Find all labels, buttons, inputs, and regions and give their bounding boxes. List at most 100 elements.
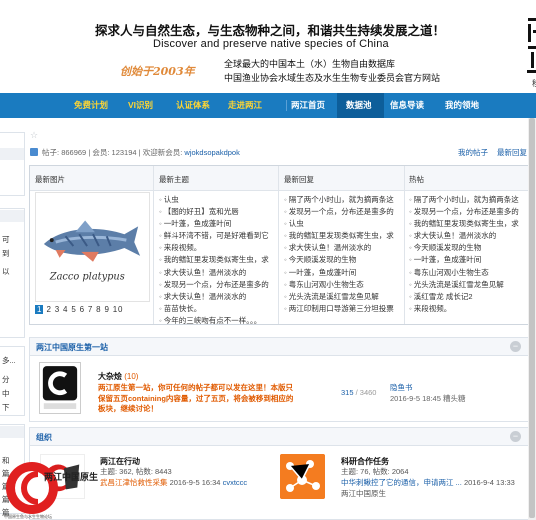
latest-reply-link[interactable]: 最新回复	[497, 147, 527, 158]
svg-text:两江中国原生: 两江中国原生	[44, 471, 98, 483]
forum-topic-count: 315	[341, 388, 354, 397]
scrollbar-thumb[interactable]	[529, 118, 535, 518]
sidebar-snippet[interactable]: 多...	[2, 355, 16, 366]
pager-page[interactable]: 2	[46, 305, 51, 314]
list-item[interactable]: 我的鳍缸里发现类似寄生虫，求	[409, 218, 526, 230]
posts-count: 866969	[61, 148, 87, 157]
list-item[interactable]: 今天顺溪发现的生物	[284, 254, 401, 266]
sidebar-snippet[interactable]: 下	[2, 402, 10, 413]
list-item[interactable]: 来段视频。	[159, 242, 275, 254]
sidebar-box	[0, 132, 25, 196]
sidebar-snippet[interactable]: 以	[2, 266, 10, 277]
list-item[interactable]: 认虫	[284, 218, 401, 230]
founded-badge: 创始于2003年	[120, 65, 195, 78]
list-item[interactable]: 求大侠认鱼！温州淡水的	[159, 291, 275, 303]
list-item[interactable]: 发现另一个点，分布还是蛮多的	[284, 206, 401, 218]
list-item[interactable]: 【图的好丑】宽和光唇	[159, 206, 275, 218]
group-last-post-title[interactable]: 武昌江津恰救性采集	[100, 478, 168, 487]
list-item[interactable]: 求大侠认鱼！温州淡水的	[409, 230, 526, 242]
svg-text:移: 移	[532, 78, 536, 88]
list-item[interactable]: 求大侠认鱼！温州淡水的	[159, 267, 275, 279]
column-divider	[278, 166, 279, 324]
collapse-icon[interactable]: −	[510, 341, 521, 352]
sidebar-snippet[interactable]: 可	[2, 234, 10, 245]
list-item[interactable]: 两江印制用口导游第三分坦投票	[284, 303, 401, 315]
new-member-link[interactable]: wjokdsopakdpok	[184, 148, 239, 157]
group-last-post-user[interactable]: cvxtccc	[223, 478, 248, 487]
pager-page[interactable]: 6	[80, 305, 85, 314]
pager-page-current[interactable]: 1	[35, 305, 44, 314]
nav-vi-identity[interactable]: VI识别	[128, 93, 153, 118]
list-item[interactable]: 今年的三峡吻有点不一样。。。	[159, 315, 275, 327]
nav-about-liangjiang[interactable]: 走进两江	[228, 93, 262, 118]
pager-page[interactable]: 10	[113, 305, 124, 314]
nav-info-guide[interactable]: 信息导读	[390, 93, 424, 118]
forum-last-post-meta: 2016-9-5 18:45 糟头糖	[390, 394, 466, 403]
list-item[interactable]: 光头洗流是溪红雪龙鱼见解	[409, 279, 526, 291]
nav-certification[interactable]: 认证体系	[176, 93, 210, 118]
sidebar-snippet[interactable]: 中	[2, 388, 10, 399]
pager-page[interactable]: 5	[71, 305, 76, 314]
list-item[interactable]: 一叶蓬，鱼成蓬叶间	[284, 267, 401, 279]
column-divider	[404, 166, 405, 324]
nav-my-territory[interactable]: 我的领地	[445, 93, 479, 118]
list-item[interactable]: 粤东山河观小生物生态	[284, 279, 401, 291]
group-last-post-source: 两江中国原生	[341, 489, 386, 498]
list-item[interactable]: 今天顺溪发现的生物	[409, 242, 526, 254]
groups-section-header: 组织 −	[29, 427, 529, 446]
sidebar-box-head	[0, 426, 24, 438]
group-last-post-time: 2016-9-4 13:33	[463, 478, 515, 487]
members-label: 会员:	[92, 148, 110, 157]
my-posts-link[interactable]: 我的帖子	[458, 147, 488, 158]
floating-badge-logo[interactable]: 两江中国原生 中国原生鱼与水生生物论坛	[0, 456, 108, 520]
nav-free-plan[interactable]: 免费计划	[74, 93, 108, 118]
list-item[interactable]: 认虫	[159, 194, 275, 206]
col-title-replies: 最新回复	[284, 175, 314, 184]
nav-data-pool[interactable]: 数据池	[346, 93, 372, 118]
forum-name[interactable]: 大杂烩 (10)	[98, 371, 138, 382]
forum-section-title[interactable]: 两江中国原生第一站	[36, 342, 108, 353]
group-last-post: 武昌江津恰救性采集 2016-9-5 16:34 cvxtccc	[100, 477, 247, 488]
list-item[interactable]: 溪红雪龙 成长记2	[409, 291, 526, 303]
pager-page[interactable]: 7	[88, 305, 93, 314]
col-title-hot: 热帖	[409, 175, 424, 184]
list-item[interactable]: 我的鳍缸里发现类似寄生虫，求	[159, 254, 275, 266]
header-logo-partial: 移	[527, 18, 536, 88]
home-star-icon[interactable]: ☆	[30, 130, 38, 141]
group-logo-icon[interactable]	[280, 454, 325, 499]
list-item[interactable]: 发现另一个点，分布还是蛮多的	[159, 279, 275, 291]
list-item[interactable]: 鲜斗环湾不错，可是好难看到它	[159, 230, 275, 242]
list-item[interactable]: 粤东山河观小生物生态	[409, 267, 526, 279]
header-slogan-cn: 探求人与自然生态，与生态物种之间，和谐共生持续发展之道！	[95, 23, 446, 38]
header-desc-line2: 中国渔业协会水域生态及水生生物专业委员会官方网站	[224, 73, 441, 83]
collapse-icon[interactable]: −	[510, 431, 521, 442]
latest-topics-list: 认虫 【图的好丑】宽和光唇 一叶蓬，鱼成蓬叶间 鲜斗环湾不错，可是好难看到它 来…	[159, 194, 275, 327]
group-last-post-title[interactable]: 中华刺鳅控了它的通信，申请两江 ...	[341, 478, 462, 487]
list-item[interactable]: 来段视频。	[409, 303, 526, 315]
latest-image-fish[interactable]: Zacco platypus	[35, 192, 150, 302]
list-item[interactable]: 隔了两个小时山，就为摘两条这	[409, 194, 526, 206]
list-item[interactable]: 光头洗流是溪红雪龙鱼见解	[284, 291, 401, 303]
forum-stats: 帖子: 866969 | 会员: 123194 | 欢迎新会员: wjokdso…	[42, 148, 240, 157]
groups-section-title[interactable]: 组织	[36, 432, 52, 443]
forum-last-post-title[interactable]: 隐鱼书	[390, 382, 413, 393]
list-item[interactable]: 一叶蓬，鱼成蓬叶间	[159, 218, 275, 230]
pager-page[interactable]: 8	[96, 305, 101, 314]
list-item[interactable]: 苗苗快长。	[159, 303, 275, 315]
list-item[interactable]: 求大侠认鱼！温州淡水的	[284, 242, 401, 254]
sidebar-snippet[interactable]: 分	[2, 374, 10, 385]
list-item[interactable]: 隔了两个小时山，就为摘两条这	[284, 194, 401, 206]
group-last-post-time: 2016-9-5 16:34	[169, 478, 221, 487]
list-item[interactable]: 一叶蓬，鱼成蓬叶间	[409, 254, 526, 266]
list-item[interactable]: 我的鳍缸里发现类似寄生虫，求	[284, 230, 401, 242]
header-desc-line1: 全球最大的中国本土（水）生物自由数据库	[224, 59, 396, 69]
forum-logo-icon[interactable]	[39, 362, 81, 414]
forum-counts: 315 / 3460	[341, 388, 377, 397]
pager-page[interactable]: 4	[63, 305, 68, 314]
pager-page[interactable]: 9	[104, 305, 109, 314]
pager-page[interactable]: 3	[55, 305, 60, 314]
sidebar-snippet[interactable]: 到	[2, 248, 10, 259]
members-count: 123194	[111, 148, 137, 157]
nav-home[interactable]: 两江首页	[291, 93, 325, 118]
list-item[interactable]: 发现另一个点，分布还是蛮多的	[409, 206, 526, 218]
